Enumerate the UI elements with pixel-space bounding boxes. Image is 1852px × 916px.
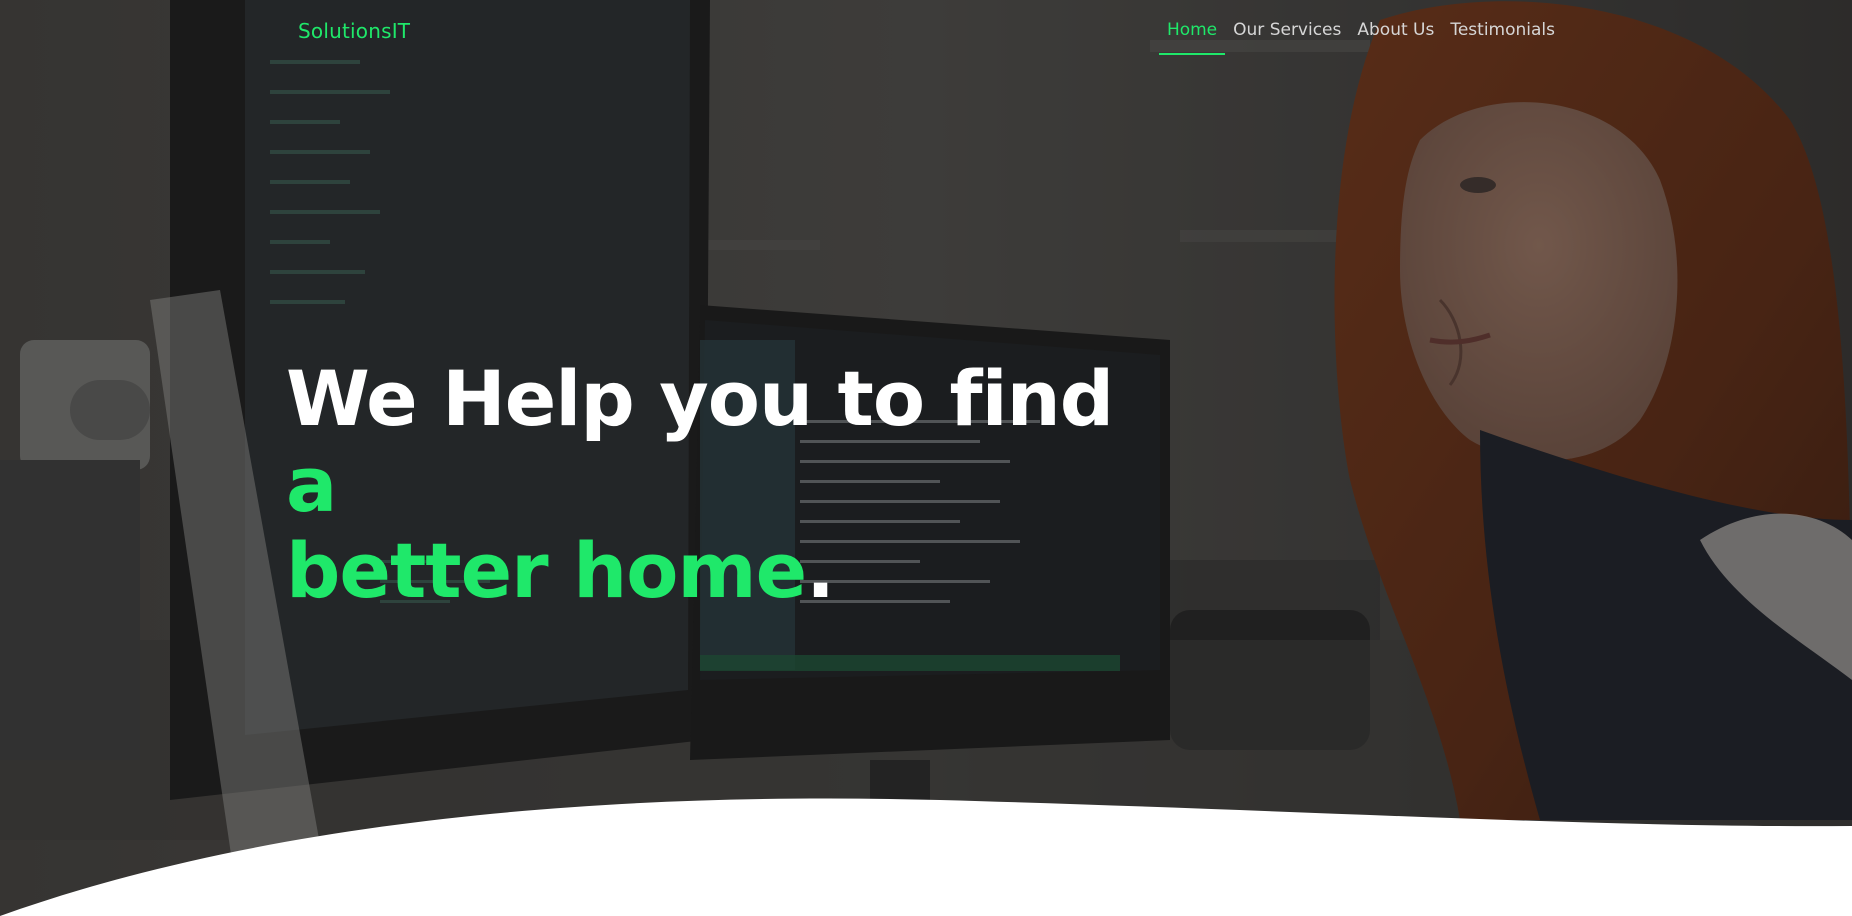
headline-period: . <box>806 526 835 615</box>
nav-menu: Home Our Services About Us Testimonials <box>1158 0 1563 56</box>
headline-text-white: We Help you to find <box>286 354 1114 443</box>
nav-item-about-us[interactable]: About Us <box>1349 0 1442 40</box>
hero-section: SolutionsIT Home Our Services About Us T… <box>0 0 1852 916</box>
nav-item-testimonials[interactable]: Testimonials <box>1442 0 1563 40</box>
brand-logo[interactable]: SolutionsIT <box>298 19 410 43</box>
top-navbar: SolutionsIT Home Our Services About Us T… <box>0 0 1852 64</box>
hero-headline: We Help you to find a better home. <box>286 356 1146 614</box>
headline-text-accent: better home <box>286 526 807 615</box>
nav-item-home[interactable]: Home <box>1158 0 1226 55</box>
nav-item-our-services[interactable]: Our Services <box>1225 0 1349 40</box>
headline-text-accent-a: a <box>286 440 337 529</box>
